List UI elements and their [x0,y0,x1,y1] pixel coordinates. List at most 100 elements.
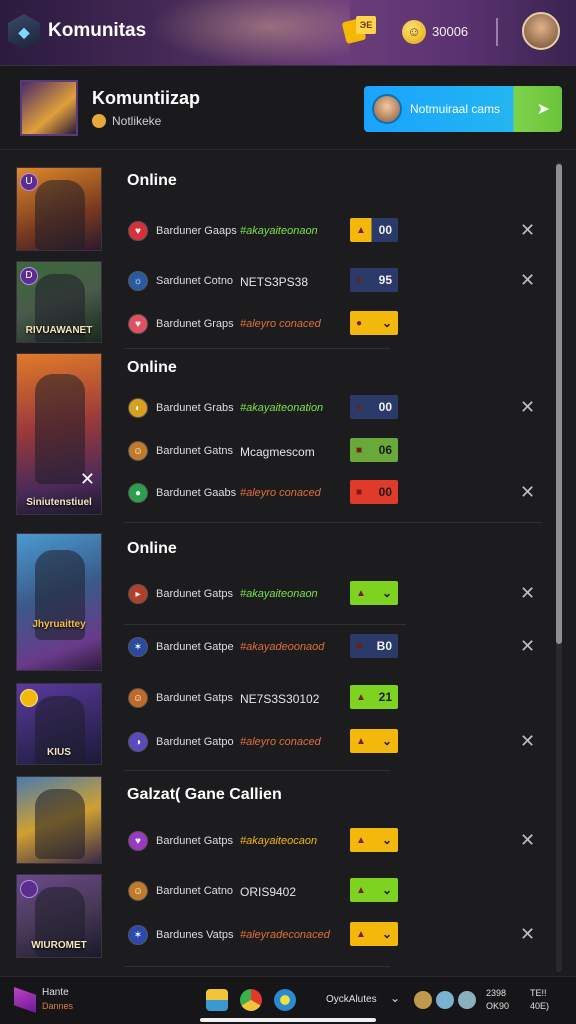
clock-time: 2398 OK90 [486,988,510,1011]
action-pill-button[interactable]: ▲ ⌄ [350,878,398,902]
member-status: NE7S3S30102 [240,692,320,706]
game-card[interactable] [16,776,102,864]
tray-cloud-icon[interactable] [458,991,476,1009]
game-card[interactable]: ✕ Siniutenstiuel [16,353,102,515]
member-status: #akayaiteonaon [240,588,318,600]
action-pill-button[interactable]: ▲ 00 [350,218,398,242]
pill-icon: ● [356,401,363,413]
member-avatar-icon: ♥ [128,314,148,334]
pill-icon: ● [356,274,363,286]
taskbar-status: OyckAlutes [326,994,377,1005]
list-item[interactable]: ♥ Barduner Gaaps #akayaiteonaon ▲ 00 ✕ [122,212,542,252]
member-status: #akayadeoonaod [240,641,325,653]
community-avatar[interactable] [20,80,78,136]
member-name: Bardunet Gatns [156,445,234,457]
list-item[interactable]: ♥ Bardunet Graps #aleyro conaced ● ⌄ [122,305,542,345]
action-pill-button[interactable]: ■ 00 [350,480,398,504]
community-cta-button[interactable]: Notmuiraal cams ➤ [364,86,562,132]
member-avatar-icon: ♥ [128,221,148,241]
home-indicator[interactable] [200,1018,376,1022]
pill-icon: ■ [356,486,363,498]
list-item[interactable]: ☼ Sardunet Cotno NETS3PS38 ● 95 ✕ [122,262,542,302]
list-item[interactable]: ◑ Bardunet Gatpo #aleyro conaced ▲ ⌄ ✕ [122,723,542,763]
member-name: Bardunet Catno [156,885,234,897]
member-status: #aleyro conaced [240,318,321,330]
top-header: ◆ Komunitas ЭE ☺ 30006 [0,0,576,66]
close-icon[interactable]: ✕ [80,469,95,490]
scrollbar-thumb[interactable] [556,164,562,644]
member-avatar-icon: ☺ [128,881,148,901]
action-pill-button[interactable]: ■ 06 [350,438,398,462]
close-icon[interactable]: ✕ [520,397,535,418]
list-item[interactable]: ● Bardunet Gaabs #aleyro conaced ■ 00 ✕ [122,474,542,514]
action-pill-button[interactable]: ▲ ⌄ [350,828,398,852]
list-item[interactable]: ✶ Bardunes Vatps #aleyradeconaced ▲ ⌄ ✕ [122,916,542,956]
close-icon[interactable]: ✕ [520,924,535,945]
member-status: #aleyro conaced [240,487,321,499]
list-item[interactable]: ☺ Bardunet Gatps NE7S3S30102 ▲ 21 [122,679,542,719]
coin-balance: 30006 [432,24,469,39]
game-card[interactable]: WIUROMET [16,874,102,958]
game-card[interactable]: KIUS [16,683,102,765]
taskbar-app-subtitle: Dannes [42,1001,74,1011]
action-pill-button[interactable]: ▲ ⌄ [350,729,398,753]
member-name: Bardunet Gatps [156,692,234,704]
section-title: Online [127,172,177,189]
game-card[interactable]: D RIVUAWANET [16,261,102,343]
section-title: Galzat( Gane Callien [127,786,282,803]
file-explorer-icon[interactable] [206,989,228,1011]
close-icon[interactable]: ✕ [520,636,535,657]
chevron-down-icon[interactable]: ⌄ [390,991,400,1005]
user-avatar[interactable] [522,12,560,50]
pill-value: B0 [376,639,392,653]
action-pill-button[interactable]: ● 00 [350,395,398,419]
game-card[interactable]: Jhyruaittey [16,533,102,671]
member-avatar-icon: ◐ [128,398,148,418]
close-icon[interactable]: ✕ [520,270,535,291]
action-pill-button[interactable]: ● ⌄ [350,311,398,335]
pill-icon: ■ [356,640,363,652]
close-icon[interactable]: ✕ [520,220,535,241]
chrome-icon[interactable] [240,989,262,1011]
taskbar-app-title: Hante [42,987,69,998]
list-item[interactable]: ♥ Bardunet Gatps #akayaiteocaon ▲ ⌄ ✕ [122,822,542,862]
list-item[interactable]: ▸ Bardunet Gatps #akayaiteonaon ▲ ⌄ ✕ [122,575,542,615]
pill-icon: ● [356,317,363,329]
member-name: Bardunes Vatps [156,929,234,941]
app-logo-icon[interactable]: ◆ [8,14,40,50]
pill-value: 95 [378,273,392,287]
store-icon[interactable] [274,989,296,1011]
header-divider [496,18,498,46]
pill-icon: ▲ [356,834,366,846]
close-icon[interactable]: ✕ [520,482,535,503]
header-art [150,0,350,66]
action-pill-button[interactable]: ■ B0 [350,634,398,658]
tray-network-icon[interactable] [436,991,454,1009]
pill-icon: ▲ [356,735,366,747]
close-icon[interactable]: ✕ [520,830,535,851]
pill-value: 21 [378,690,392,704]
list-item[interactable]: ✶ Bardunet Gatpe #akayadeoonaod ■ B0 ✕ [122,628,542,668]
list-item[interactable]: ☺ Bardunet Catno ORIS9402 ▲ ⌄ [122,872,542,912]
community-subtitle: Notlikeke [112,114,162,128]
close-icon[interactable]: ✕ [520,583,535,604]
tray-avatar-icon[interactable] [414,991,432,1009]
list-item[interactable]: ◐ Bardunet Grabs #akayaiteonation ● 00 ✕ [122,389,542,429]
member-name: Bardunet Gatps [156,835,234,847]
member-name: Bardunet Graps [156,318,234,330]
notification-icon[interactable]: ЭE [341,16,378,46]
game-card[interactable]: U [16,167,102,251]
member-status: ORIS9402 [240,885,297,899]
pill-value: 00 [378,400,392,414]
action-pill-button[interactable]: ▲ 21 [350,685,398,709]
list-item[interactable]: ☺ Bardunet Gatns Mcagmescom ■ 06 [122,432,542,472]
member-avatar-icon: ▸ [128,584,148,604]
close-icon[interactable]: ✕ [520,731,535,752]
action-pill-button[interactable]: ▲ ⌄ [350,922,398,946]
action-pill-button[interactable]: ▲ ⌄ [350,581,398,605]
community-header: Komuntiizap Notlikeke Notmuiraal cams ➤ [0,66,576,150]
app-launcher-icon[interactable] [14,987,36,1013]
cta-label: Notmuiraal cams [410,102,501,116]
pill-icon: ▲ [356,884,366,896]
action-pill-button[interactable]: ● 95 [350,268,398,292]
